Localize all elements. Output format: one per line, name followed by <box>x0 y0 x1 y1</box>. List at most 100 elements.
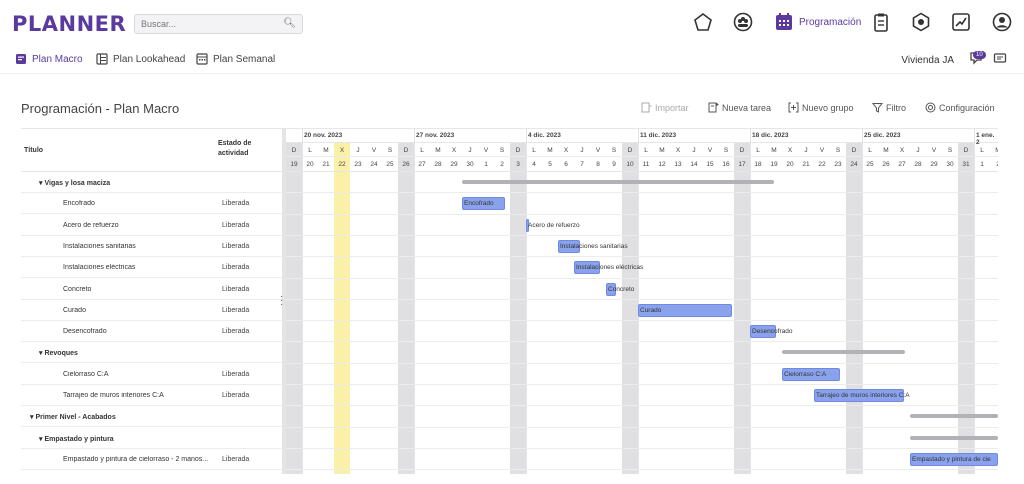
task-name[interactable]: Instalaciones eléctricas <box>63 264 243 271</box>
summary-bar[interactable] <box>910 435 998 440</box>
task-row[interactable]: Instalaciones eléctricas Liberada <box>21 257 282 279</box>
task-name[interactable]: ▾ Vigas y losa maciza <box>39 179 219 187</box>
day-number: 19 <box>766 157 782 172</box>
import-button[interactable]: Importar <box>641 102 689 113</box>
search-input[interactable] <box>141 17 281 31</box>
sub-nav-bar: Plan Macro Plan Lookahead Plan Semanal V… <box>0 46 1024 74</box>
week-label: 18 dic. 2023 <box>752 132 789 139</box>
task-status[interactable]: Liberada <box>222 222 249 229</box>
tab-plan-semanal[interactable]: Plan Semanal <box>196 53 275 65</box>
chat-icon[interactable] <box>993 52 1007 66</box>
new-group-icon <box>788 102 799 113</box>
day-letter: V <box>478 144 494 157</box>
day-number: 19 <box>286 157 302 172</box>
row-divider <box>286 234 998 236</box>
user-circle-icon[interactable] <box>992 12 1012 32</box>
task-name[interactable]: Instalaciones sanitarias <box>63 243 243 250</box>
task-status[interactable]: Liberada <box>222 371 249 378</box>
task-status[interactable]: Liberada <box>222 392 249 399</box>
task-bar-label: Cielorraso C:A <box>784 370 827 378</box>
hexagon-icon[interactable] <box>911 12 931 32</box>
task-name[interactable]: ▾ Revoques <box>39 349 219 357</box>
clipboard-icon[interactable] <box>871 12 891 32</box>
summary-bar[interactable] <box>782 350 906 355</box>
row-divider <box>286 298 998 300</box>
new-task-button[interactable]: Nueva tarea <box>708 102 771 113</box>
task-row[interactable]: Tarrajeo de muros interiores C:A Liberada <box>21 385 282 406</box>
tab-plan-macro[interactable]: Plan Macro <box>15 53 83 65</box>
page-title: Programación - Plan Macro <box>21 101 180 116</box>
task-name[interactable]: ▾ Primer Nivel - Acabados <box>30 413 210 421</box>
day-number: 11 <box>638 157 654 172</box>
day-letter: S <box>830 144 846 157</box>
tab-plan-lookahead[interactable]: Plan Lookahead <box>96 53 185 65</box>
day-number: 25 <box>382 157 398 172</box>
new-group-button[interactable]: Nuevo grupo <box>788 102 854 113</box>
day-letter: D <box>286 144 302 157</box>
task-name[interactable]: Empastado y pintura de cielorraso - 2 ma… <box>63 456 243 463</box>
tab-plan-semanal-label: Plan Semanal <box>213 53 276 65</box>
home-pentagon-icon[interactable] <box>693 12 713 32</box>
task-name[interactable]: Curado <box>63 307 243 314</box>
task-row[interactable]: Curado Liberada <box>21 300 282 321</box>
day-number: 4 <box>526 157 542 172</box>
task-name[interactable]: Acero de refuerzo <box>63 222 243 229</box>
summary-bar[interactable] <box>462 180 774 184</box>
filter-button[interactable]: Filtro <box>872 102 906 113</box>
day-letter: S <box>942 144 958 157</box>
column-header-status[interactable]: Estado de actividad <box>218 139 268 159</box>
week-label: 4 dic. 2023 <box>528 132 561 139</box>
calendar-icon[interactable] <box>774 12 794 32</box>
task-status[interactable]: Liberada <box>222 456 249 463</box>
drag-handle-icon[interactable]: · · · <box>280 292 283 310</box>
app-logo[interactable]: PLANNER <box>12 12 126 36</box>
group-row[interactable]: ▾ Empastado y pintura <box>21 428 282 449</box>
settings-button[interactable]: Configuración <box>925 102 995 113</box>
task-row[interactable]: Acero de refuerzo Liberada <box>21 215 282 236</box>
task-row[interactable]: Concreto Liberada <box>21 279 282 300</box>
task-status[interactable]: Liberada <box>222 243 249 250</box>
day-number: 7 <box>574 157 590 172</box>
task-row[interactable]: Instalaciones sanitarias Liberada <box>21 236 282 257</box>
project-name[interactable]: Vivienda JA <box>901 55 954 66</box>
task-status[interactable]: Liberada <box>222 307 249 314</box>
task-status[interactable]: Liberada <box>222 286 249 293</box>
task-name[interactable]: ▾ Empastado y pintura <box>39 435 219 443</box>
team-icon[interactable] <box>733 12 753 32</box>
day-letter: X <box>558 144 574 157</box>
search-box[interactable]: 🔍︎ <box>134 14 303 34</box>
task-table-header: Título Estado de actividad <box>21 129 282 172</box>
group-row[interactable]: ▾ Primer Nivel - Acabados <box>21 406 282 428</box>
column-header-title[interactable]: Título <box>24 147 43 154</box>
task-row[interactable]: Cielorraso C:A Liberada <box>21 364 282 385</box>
task-name[interactable]: Concreto <box>63 286 243 293</box>
task-row[interactable]: Empastado y pintura de cielorraso - 2 ma… <box>21 449 282 470</box>
day-number: 24 <box>846 157 862 172</box>
task-row[interactable]: Encofrado Liberada <box>21 193 282 215</box>
task-status[interactable]: Liberada <box>222 328 249 335</box>
task-bar-label: Desencofrado <box>752 328 793 336</box>
row-divider <box>286 362 998 364</box>
task-name[interactable]: Desencofrado <box>63 328 243 335</box>
group-row[interactable]: ▾ Revoques <box>21 342 282 364</box>
week-header-row: 20 nov. 2023 27 nov. 2023 4 dic. 2023 11 di… <box>286 129 998 146</box>
task-name[interactable]: Encofrado <box>63 200 243 207</box>
day-number: 23 <box>350 157 366 172</box>
task-status[interactable]: Liberada <box>222 264 249 271</box>
task-row[interactable]: Desencofrado Liberada <box>21 321 282 343</box>
day-letter: L <box>750 144 766 157</box>
gantt-timeline[interactable]: 20 nov. 2023 27 nov. 2023 4 dic. 2023 11 di… <box>286 129 998 474</box>
day-letter: D <box>734 144 750 157</box>
chart-line-icon[interactable] <box>951 12 971 32</box>
group-row[interactable]: ▾ Vigas y losa maciza <box>21 172 282 193</box>
summary-bar[interactable] <box>910 414 998 419</box>
search-icon[interactable]: 🔍︎ <box>283 18 296 29</box>
task-status[interactable]: Liberada <box>222 200 249 207</box>
day-letter: X <box>894 144 910 157</box>
day-number: 27 <box>894 157 910 172</box>
task-name[interactable]: Cielorraso C:A <box>63 371 243 378</box>
nav-programacion-label[interactable]: Programación <box>799 17 861 28</box>
weekly-icon <box>196 53 208 65</box>
day-number: 14 <box>686 157 702 172</box>
task-name[interactable]: Tarrajeo de muros interiores C:A <box>63 392 243 399</box>
